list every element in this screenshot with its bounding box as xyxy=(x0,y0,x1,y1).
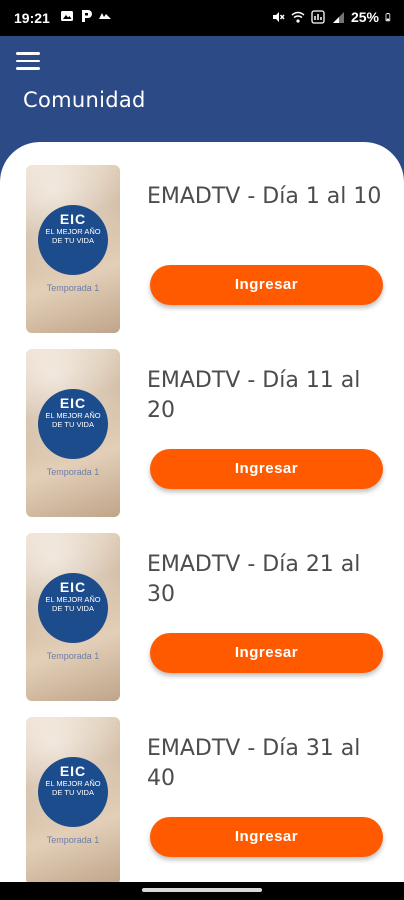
mute-icon xyxy=(272,12,285,22)
thumbnail-image: EIC EL MEJOR AÑO DE TU VIDA Temporada 1 xyxy=(26,717,120,885)
battery-percent: 25% xyxy=(350,9,379,25)
system-nav-bar xyxy=(0,882,404,900)
home-gesture-handle[interactable] xyxy=(142,888,262,892)
status-right-icons: 25% xyxy=(271,9,394,25)
signal-icon xyxy=(332,12,344,23)
hamburger-menu-icon[interactable] xyxy=(16,52,40,70)
ingresar-button[interactable]: Ingresar xyxy=(150,449,383,489)
app-icon xyxy=(99,13,111,19)
status-time: 19:21 xyxy=(14,10,50,26)
battery-icon xyxy=(385,13,391,22)
ingresar-button[interactable]: Ingresar xyxy=(150,817,383,857)
item-title: EMADTV - Día 31 al 40 xyxy=(147,736,361,791)
page-title: Comunidad xyxy=(23,88,146,112)
badge-logo: EIC EL MEJOR AÑO DE TU VIDA xyxy=(38,205,108,275)
p-icon xyxy=(82,10,92,22)
item-title: EMADTV - Día 1 al 10 xyxy=(147,184,382,209)
list-item: EIC EL MEJOR AÑO DE TU VIDA Temporada 1 … xyxy=(0,142,404,333)
ingresar-button[interactable]: Ingresar xyxy=(150,633,383,673)
thumbnail-image: EIC EL MEJOR AÑO DE TU VIDA Temporada 1 xyxy=(26,165,120,333)
badge-logo: EIC EL MEJOR AÑO DE TU VIDA xyxy=(38,757,108,827)
list-item: EIC EL MEJOR AÑO DE TU VIDA Temporada 1 … xyxy=(0,510,404,701)
item-title: EMADTV - Día 11 al 20 xyxy=(147,368,361,423)
season-label: Temporada 1 xyxy=(46,651,100,661)
season-label: Temporada 1 xyxy=(46,835,100,845)
content-sheet: EIC EL MEJOR AÑO DE TU VIDA Temporada 1 … xyxy=(0,142,404,885)
wifi-icon xyxy=(291,11,305,23)
item-title: EMADTV - Día 21 al 30 xyxy=(147,552,361,607)
status-left-icons xyxy=(60,9,112,23)
list-item: EIC EL MEJOR AÑO DE TU VIDA Temporada 1 … xyxy=(0,326,404,517)
image-icon xyxy=(61,11,73,21)
badge-logo: EIC EL MEJOR AÑO DE TU VIDA xyxy=(38,389,108,459)
data-icon xyxy=(311,10,325,24)
list-item: EIC EL MEJOR AÑO DE TU VIDA Temporada 1 … xyxy=(0,694,404,885)
thumbnail-image: EIC EL MEJOR AÑO DE TU VIDA Temporada 1 xyxy=(26,533,120,701)
season-label: Temporada 1 xyxy=(46,467,100,477)
season-label: Temporada 1 xyxy=(46,283,100,293)
thumbnail-image: EIC EL MEJOR AÑO DE TU VIDA Temporada 1 xyxy=(26,349,120,517)
status-bar: 19:21 25% xyxy=(0,0,404,36)
ingresar-button[interactable]: Ingresar xyxy=(150,265,383,305)
badge-logo: EIC EL MEJOR AÑO DE TU VIDA xyxy=(38,573,108,643)
